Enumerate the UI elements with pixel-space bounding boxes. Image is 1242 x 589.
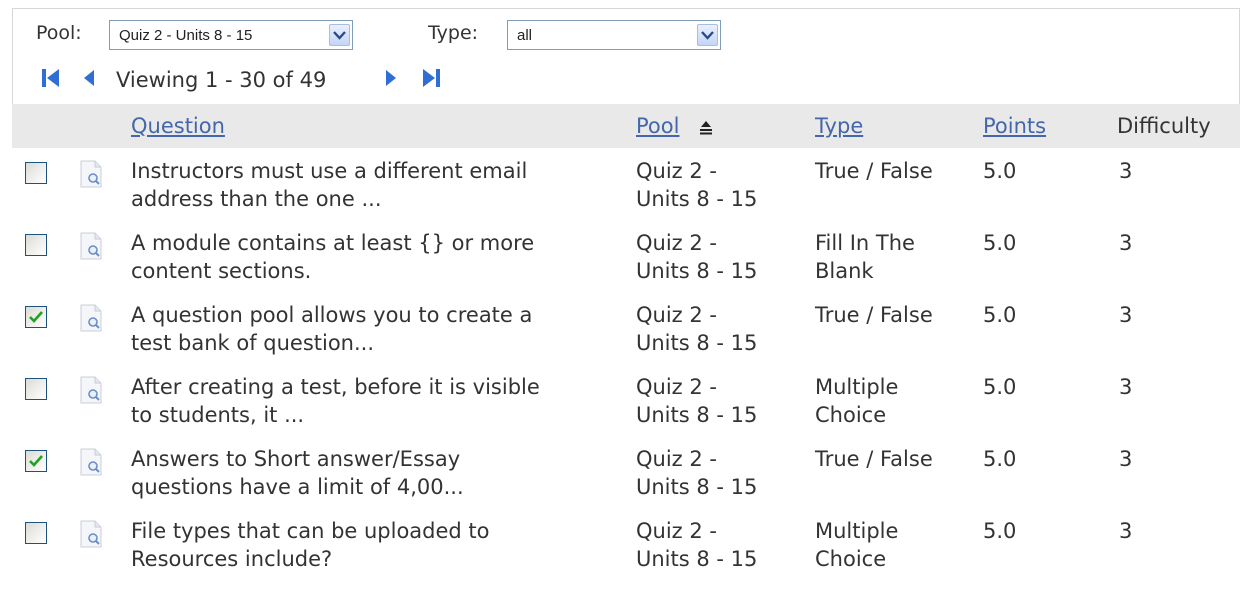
- table-row: [12, 373, 1240, 445]
- next-page-icon[interactable]: [382, 66, 400, 94]
- column-header-difficulty: Difficulty: [1117, 114, 1211, 138]
- table-row: [12, 445, 1240, 517]
- first-page-icon[interactable]: [40, 66, 62, 94]
- chevron-down-icon[interactable]: [329, 24, 350, 46]
- table-row: [12, 157, 1240, 229]
- column-header-points[interactable]: Points: [983, 114, 1046, 138]
- type-select[interactable]: all: [507, 20, 721, 50]
- chevron-down-icon[interactable]: [697, 24, 718, 46]
- table-row: [12, 517, 1240, 589]
- pool-select[interactable]: Quiz 2 - Units 8 - 15: [109, 20, 353, 50]
- type-filter-label: Type:: [428, 22, 479, 44]
- pool-filter-label: Pool:: [36, 22, 82, 44]
- column-header-question[interactable]: Question: [131, 114, 225, 138]
- table-row: [12, 301, 1240, 373]
- column-header-pool[interactable]: Pool: [636, 114, 679, 138]
- pool-select-value: Quiz 2 - Units 8 - 15: [119, 27, 253, 44]
- column-header-type[interactable]: Type: [815, 114, 863, 138]
- sort-ascending-icon: [697, 118, 715, 140]
- table-row: [12, 229, 1240, 301]
- pager-status: Viewing 1 - 30 of 49: [116, 68, 327, 92]
- type-select-value: all: [517, 27, 533, 44]
- previous-page-icon[interactable]: [80, 66, 98, 94]
- last-page-icon[interactable]: [420, 66, 442, 94]
